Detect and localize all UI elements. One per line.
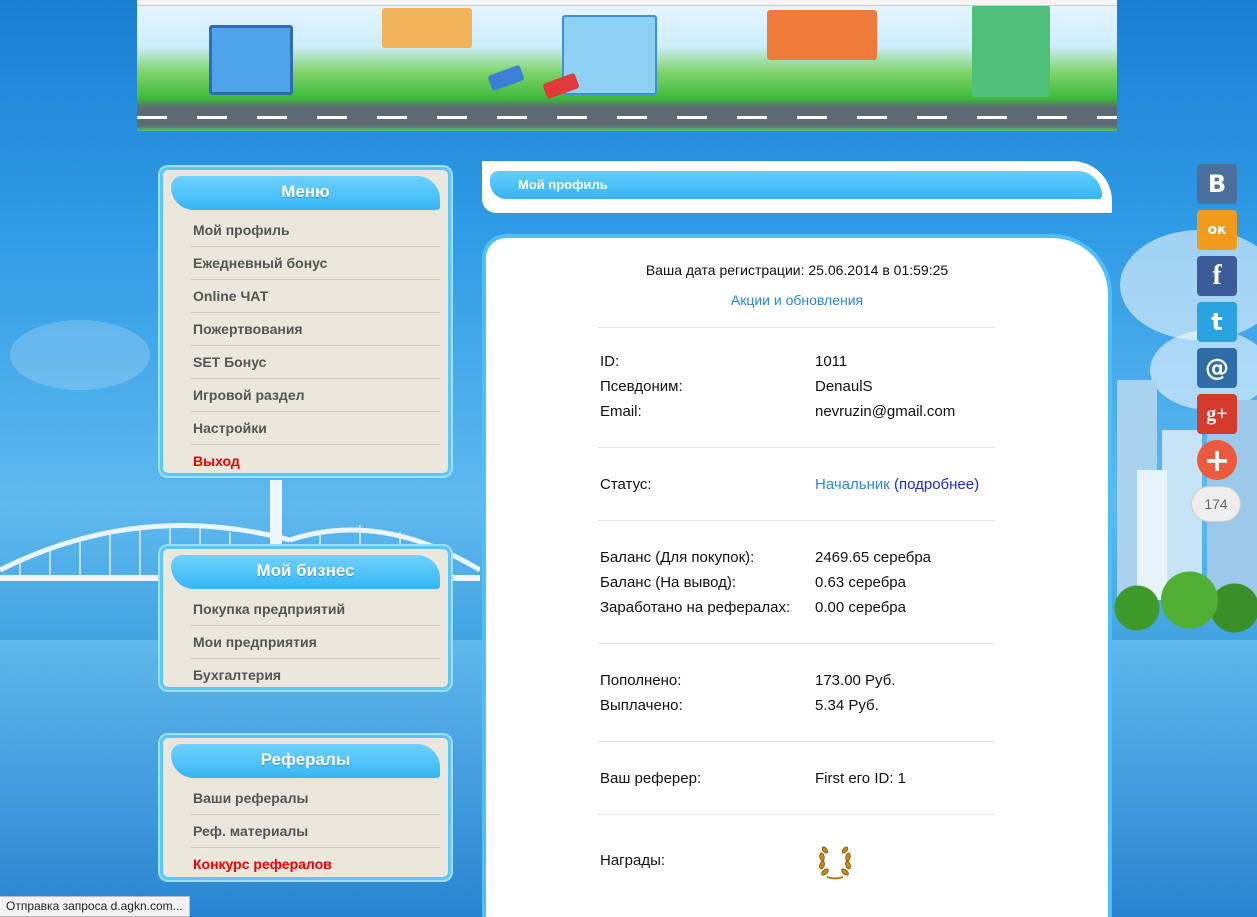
menu-item-my-profile[interactable]: Мой профиль <box>193 222 290 238</box>
more-share-icon[interactable]: + <box>1197 440 1237 480</box>
divider <box>598 447 995 448</box>
business-list: Покупка предприятий Мои предприятия Бухг… <box>191 593 440 692</box>
banner-factory <box>767 10 877 60</box>
business-panel-title: Мой бизнес <box>171 555 440 589</box>
menu-item-daily-bonus[interactable]: Ежедневный бонус <box>193 255 327 271</box>
menu-item-online-chat[interactable]: Online ЧАТ <box>193 288 268 304</box>
menu-list: Мой профиль Ежедневный бонус Online ЧАТ … <box>191 214 440 478</box>
divider <box>598 327 995 328</box>
menu-item: Мой профиль <box>191 214 440 247</box>
paid-value: 5.34 Руб. <box>815 697 879 714</box>
promo-updates-link[interactable]: Акции и обновления <box>486 292 1108 308</box>
referrals-panel: Рефералы Ваши рефералы Реф. материалы Ко… <box>160 735 451 880</box>
balance-out-label: Баланс (На вывод): <box>600 574 737 591</box>
menu-item: Бухгалтерия <box>191 659 440 692</box>
menu-item: Пожертвования <box>191 313 440 346</box>
balance-out-value: 0.63 серебра <box>815 574 906 591</box>
odnoklassniki-share-icon[interactable]: ок <box>1197 210 1237 250</box>
social-share-bar: В ок f t @ g+ + 174 <box>1191 164 1241 522</box>
menu-item: Конкурс рефералов <box>191 848 440 881</box>
laurel-award-icon[interactable] <box>815 842 855 882</box>
ref-earned-value: 0.00 серебра <box>815 599 906 616</box>
header-banner-top-edge <box>137 0 1117 6</box>
paid-label: Выплачено: <box>600 697 683 714</box>
menu-item-logout[interactable]: Выход <box>193 453 240 469</box>
status-label: Статус: <box>600 476 652 493</box>
menu-panel: Меню Мой профиль Ежедневный бонус Online… <box>160 167 451 476</box>
deposited-label: Пополнено: <box>600 672 682 689</box>
menu-item: Настройки <box>191 412 440 445</box>
deposited-value: 173.00 Руб. <box>815 672 896 689</box>
facebook-share-icon[interactable]: f <box>1197 256 1237 296</box>
share-count: 174 <box>1191 486 1241 522</box>
twitter-share-icon[interactable]: t <box>1197 302 1237 342</box>
business-panel: Мой бизнес Покупка предприятий Мои предп… <box>160 546 451 690</box>
google-plus-share-icon[interactable]: g+ <box>1197 394 1237 434</box>
status-details-link[interactable]: (подробнее) <box>894 476 979 493</box>
menu-item: Ежедневный бонус <box>191 247 440 280</box>
banner-office <box>972 5 1050 97</box>
background-trees <box>1107 560 1257 640</box>
menu-item-buy-enterprises[interactable]: Покупка предприятий <box>193 601 345 617</box>
banner-car-blue <box>487 64 525 92</box>
banner-road-line <box>137 116 1117 119</box>
menu-item-your-referrals[interactable]: Ваши рефералы <box>193 790 308 806</box>
menu-item: Игровой раздел <box>191 379 440 412</box>
ref-earned-label: Заработано на рефералах: <box>600 599 791 616</box>
referrer-label: Ваш реферер: <box>600 770 702 787</box>
background-cloud <box>10 320 150 390</box>
id-value: 1011 <box>815 353 848 370</box>
status-link[interactable]: Начальник <box>815 476 890 493</box>
menu-panel-title: Меню <box>171 176 440 210</box>
menu-item: SET Бонус <box>191 346 440 379</box>
menu-item-donations[interactable]: Пожертвования <box>193 321 303 337</box>
browser-status-bar: Отправка запроса d.agkn.com... <box>0 896 190 917</box>
menu-item: Покупка предприятий <box>191 593 440 626</box>
menu-item-game-section[interactable]: Игровой раздел <box>193 387 305 403</box>
divider <box>598 814 995 815</box>
referrals-panel-title: Рефералы <box>171 744 440 778</box>
profile-header-title: Мой профиль <box>490 171 1102 199</box>
banner-car-red <box>542 72 580 100</box>
menu-item: Ваши рефералы <box>191 782 440 815</box>
menu-item-accounting[interactable]: Бухгалтерия <box>193 667 281 683</box>
registration-date: Ваша дата регистрации: 25.06.2014 в 01:5… <box>645 262 949 278</box>
nickname-label: Псевдоним: <box>600 378 683 395</box>
balance-buy-label: Баланс (Для покупок): <box>600 549 755 566</box>
vk-share-icon[interactable]: В <box>1197 164 1237 204</box>
banner-shop <box>209 25 293 95</box>
menu-item-settings[interactable]: Настройки <box>193 420 267 436</box>
mail-share-icon[interactable]: @ <box>1197 348 1237 388</box>
profile-content: Ваша дата регистрации: 25.06.2014 в 01:5… <box>482 234 1112 917</box>
email-value: nevruzin@gmail.com <box>815 403 956 420</box>
menu-item-my-enterprises[interactable]: Мои предприятия <box>193 634 317 650</box>
divider <box>598 643 995 644</box>
menu-item: Online ЧАТ <box>191 280 440 313</box>
awards-link[interactable]: Награды: <box>600 852 815 869</box>
menu-item-referral-contest[interactable]: Конкурс рефералов <box>193 856 332 872</box>
balance-buy-value: 2469.65 серебра <box>815 549 932 566</box>
menu-item: Реф. материалы <box>191 815 440 848</box>
menu-item-ref-materials[interactable]: Реф. материалы <box>193 823 308 839</box>
divider <box>598 520 995 521</box>
id-label: ID: <box>600 353 620 370</box>
referrals-list: Ваши рефералы Реф. материалы Конкурс реф… <box>191 782 440 881</box>
header-banner <box>137 0 1117 131</box>
profile-header: Мой профиль <box>482 161 1112 213</box>
divider <box>598 741 995 742</box>
menu-item: Мои предприятия <box>191 626 440 659</box>
banner-house <box>382 8 472 48</box>
menu-item: Выход <box>191 445 440 478</box>
menu-item-set-bonus[interactable]: SET Бонус <box>193 354 266 370</box>
status-value-group: Начальник (подробнее) <box>815 476 979 493</box>
referrer-value: First его ID: 1 <box>815 770 906 787</box>
nickname-value: DenaulS <box>815 378 873 395</box>
email-label: Email: <box>600 403 642 420</box>
